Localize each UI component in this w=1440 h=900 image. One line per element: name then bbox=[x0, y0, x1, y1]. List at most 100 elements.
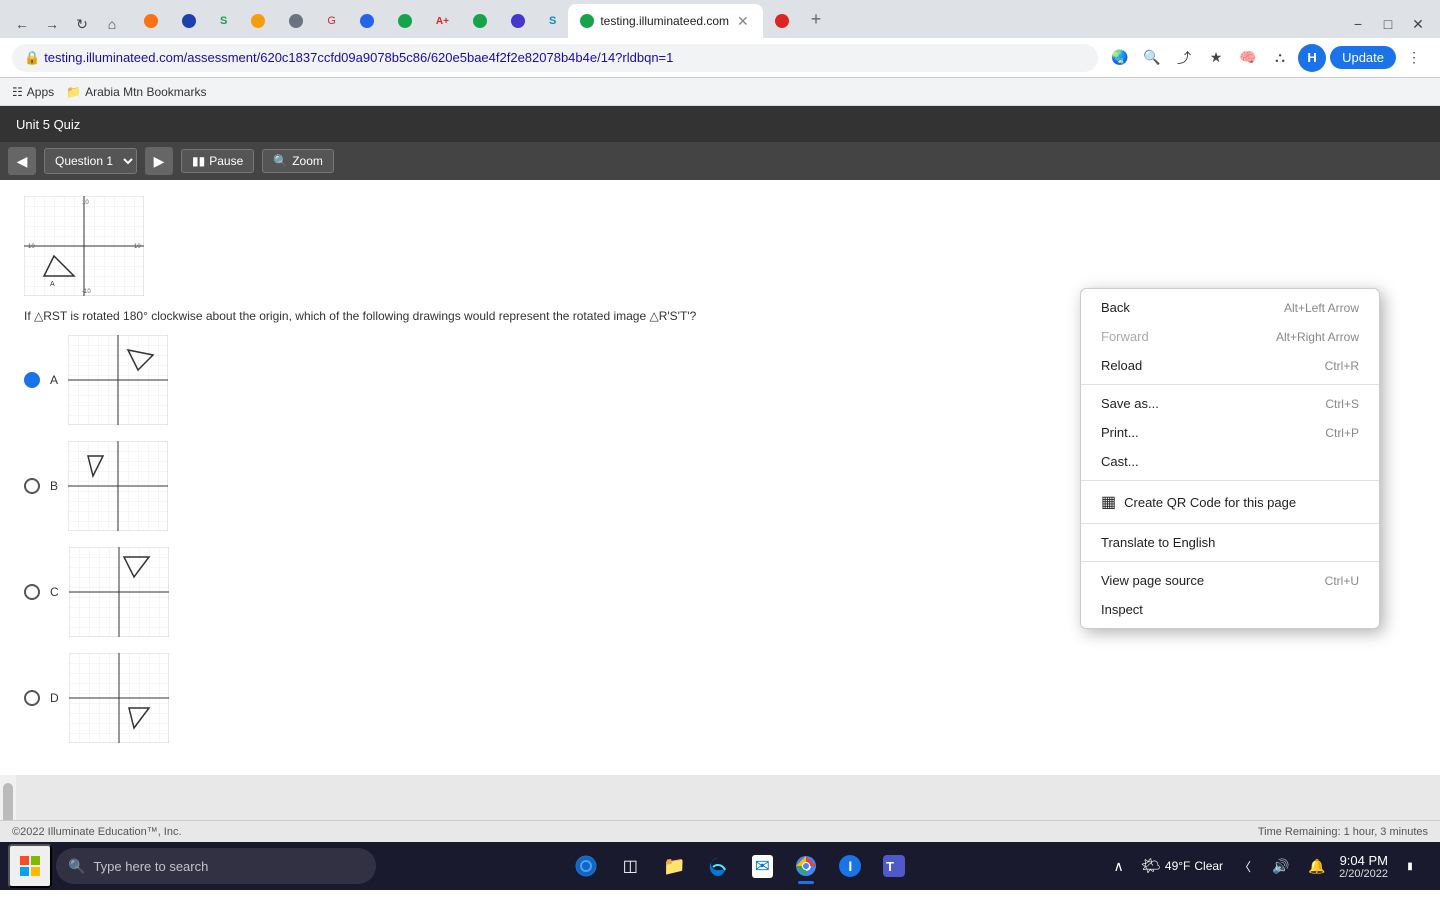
menu-item-cast[interactable]: Cast... bbox=[1081, 447, 1379, 476]
window-maximize-btn[interactable]: □ bbox=[1374, 10, 1402, 38]
menu-item-qrcode[interactable]: ▦ Create QR Code for this page bbox=[1081, 485, 1379, 519]
browser-home-btn[interactable]: ⌂ bbox=[98, 10, 126, 38]
graph-c bbox=[69, 547, 169, 637]
tab-9-favicon: A+ bbox=[436, 16, 449, 27]
extensions-btn[interactable]: ⛬ bbox=[1266, 44, 1294, 72]
tab-4[interactable] bbox=[239, 4, 277, 38]
next-question-btn[interactable]: ▶ bbox=[145, 147, 173, 175]
notifications-icon[interactable]: 🔔 bbox=[1303, 852, 1331, 880]
browser-forward-btn[interactable]: → bbox=[38, 10, 66, 38]
apps-icon: ☷ bbox=[12, 85, 23, 99]
browser-reload-btn[interactable]: ↻ bbox=[68, 10, 96, 38]
mail-icon: ✉ bbox=[752, 855, 773, 878]
extension-icon[interactable]: 🧠 bbox=[1234, 44, 1262, 72]
show-desktop-btn[interactable]: ▮ bbox=[1396, 852, 1424, 880]
profile-icon[interactable]: H bbox=[1298, 44, 1326, 72]
zoom-btn[interactable]: 🔍 Zoom bbox=[262, 149, 334, 173]
tab-6[interactable]: G bbox=[315, 4, 348, 38]
menu-icon[interactable]: ⋮ bbox=[1400, 44, 1428, 72]
new-tab-button[interactable]: + bbox=[803, 5, 830, 34]
graph-b bbox=[68, 441, 168, 531]
tab-13-active[interactable]: testing.illuminateed.com ✕ bbox=[568, 4, 762, 38]
address-bar-icons: 🌏 🔍 ⤴ ★ 🧠 ⛬ H Update ⋮ bbox=[1106, 44, 1428, 72]
pause-label: Pause bbox=[209, 154, 243, 168]
menu-item-translate[interactable]: Translate to English bbox=[1081, 528, 1379, 557]
menu-item-viewsource[interactable]: View page source Ctrl+U bbox=[1081, 566, 1379, 595]
taskbar-app-teams[interactable]: T bbox=[874, 844, 914, 888]
folder-icon: 📁 bbox=[66, 85, 81, 99]
scrollbar-thumb[interactable] bbox=[3, 783, 13, 820]
teams-icon: T bbox=[883, 855, 905, 877]
taskbar-app-mail[interactable]: ✉ bbox=[742, 844, 782, 888]
window-close-btn[interactable]: ✕ bbox=[1404, 10, 1432, 38]
tab-8[interactable] bbox=[386, 4, 424, 38]
apps-bookmark[interactable]: ☷ Apps bbox=[12, 85, 54, 99]
menu-sep-2 bbox=[1081, 480, 1379, 481]
menu-cast-label: Cast... bbox=[1101, 454, 1139, 469]
menu-item-forward: Forward Alt+Right Arrow bbox=[1081, 322, 1379, 351]
menu-item-print[interactable]: Print... Ctrl+P bbox=[1081, 418, 1379, 447]
pause-btn[interactable]: ▮▮ Pause bbox=[181, 149, 254, 173]
location-icon[interactable]: 🌏 bbox=[1106, 44, 1134, 72]
taskbar-app-edge[interactable] bbox=[698, 844, 738, 888]
menu-inspect-label: Inspect bbox=[1101, 602, 1143, 617]
show-hidden-icons-btn[interactable]: ∧ bbox=[1105, 852, 1133, 880]
tab-6-favicon: G bbox=[327, 15, 336, 27]
zoom-icon: 🔍 bbox=[273, 154, 288, 168]
share-icon[interactable]: ⤴ bbox=[1170, 44, 1198, 72]
menu-item-back[interactable]: Back Alt+Left Arrow bbox=[1081, 293, 1379, 322]
scrollbar-track[interactable] bbox=[0, 775, 16, 820]
tab-2[interactable] bbox=[170, 4, 208, 38]
tab-12-favicon: S bbox=[549, 15, 556, 27]
taskbar-app-chrome[interactable] bbox=[786, 844, 826, 888]
radio-a[interactable] bbox=[24, 372, 40, 388]
illuminate-icon: I bbox=[839, 855, 861, 877]
radio-c[interactable] bbox=[24, 584, 40, 600]
tab-7[interactable] bbox=[348, 4, 386, 38]
menu-reload-label: Reload bbox=[1101, 358, 1142, 373]
tab-10[interactable] bbox=[461, 4, 499, 38]
radio-b[interactable] bbox=[24, 478, 40, 494]
start-button[interactable] bbox=[8, 844, 52, 888]
url-input[interactable]: 🔒 testing.illuminateed.com/assessment/62… bbox=[12, 44, 1098, 72]
taskbar-app-search[interactable] bbox=[566, 844, 606, 888]
radio-d[interactable] bbox=[24, 690, 40, 706]
search-bar[interactable]: 🔍 Type here to search bbox=[56, 848, 376, 884]
tab-12[interactable]: S bbox=[537, 4, 568, 38]
graph-svg-original: 10 -10 -10 10 A bbox=[24, 196, 144, 296]
menu-item-reload[interactable]: Reload Ctrl+R bbox=[1081, 351, 1379, 380]
menu-print-shortcut: Ctrl+P bbox=[1325, 426, 1359, 440]
menu-forward-label: Forward bbox=[1101, 329, 1149, 344]
question-selector[interactable]: Question 1 bbox=[44, 148, 137, 174]
zoom-icon[interactable]: 🔍 bbox=[1138, 44, 1166, 72]
tab-11[interactable] bbox=[499, 4, 537, 38]
menu-back-label: Back bbox=[1101, 300, 1130, 315]
tab-1[interactable] bbox=[132, 4, 170, 38]
bookmark-icon[interactable]: ★ bbox=[1202, 44, 1230, 72]
edge-icon bbox=[707, 855, 729, 877]
weather-condition: Clear bbox=[1194, 859, 1223, 873]
browser-back-btn[interactable]: ← bbox=[8, 10, 36, 38]
menu-item-saveas[interactable]: Save as... Ctrl+S bbox=[1081, 389, 1379, 418]
volume-icon[interactable]: 🔊 bbox=[1267, 852, 1295, 880]
taskbar-app-explorer[interactable]: 📁 bbox=[654, 844, 694, 888]
menu-item-inspect[interactable]: Inspect bbox=[1081, 595, 1379, 624]
prev-question-btn[interactable]: ◀ bbox=[8, 147, 36, 175]
tab-3[interactable]: S bbox=[208, 4, 239, 38]
arabia-mtn-bookmark[interactable]: 📁 Arabia Mtn Bookmarks bbox=[66, 85, 206, 99]
menu-forward-shortcut: Alt+Right Arrow bbox=[1276, 330, 1359, 344]
menu-saveas-label: Save as... bbox=[1101, 396, 1159, 411]
taskbar-app-illuminate[interactable]: I bbox=[830, 844, 870, 888]
tab-9[interactable]: A+ bbox=[424, 4, 461, 38]
menu-qrcode-label: Create QR Code for this page bbox=[1124, 495, 1296, 510]
tab-5[interactable] bbox=[277, 4, 315, 38]
menu-reload-shortcut: Ctrl+R bbox=[1325, 359, 1359, 373]
system-clock[interactable]: 9:04 PM 2/20/2022 bbox=[1339, 853, 1388, 880]
tab-13-close[interactable]: ✕ bbox=[735, 11, 751, 32]
network-icon[interactable]: 〈 bbox=[1231, 852, 1259, 880]
apps-label: Apps bbox=[27, 85, 54, 99]
update-button[interactable]: Update bbox=[1330, 46, 1396, 69]
tab-14[interactable] bbox=[763, 4, 801, 38]
taskbar-app-taskview[interactable]: ◫ bbox=[610, 844, 650, 888]
window-minimize-btn[interactable]: − bbox=[1344, 10, 1372, 38]
